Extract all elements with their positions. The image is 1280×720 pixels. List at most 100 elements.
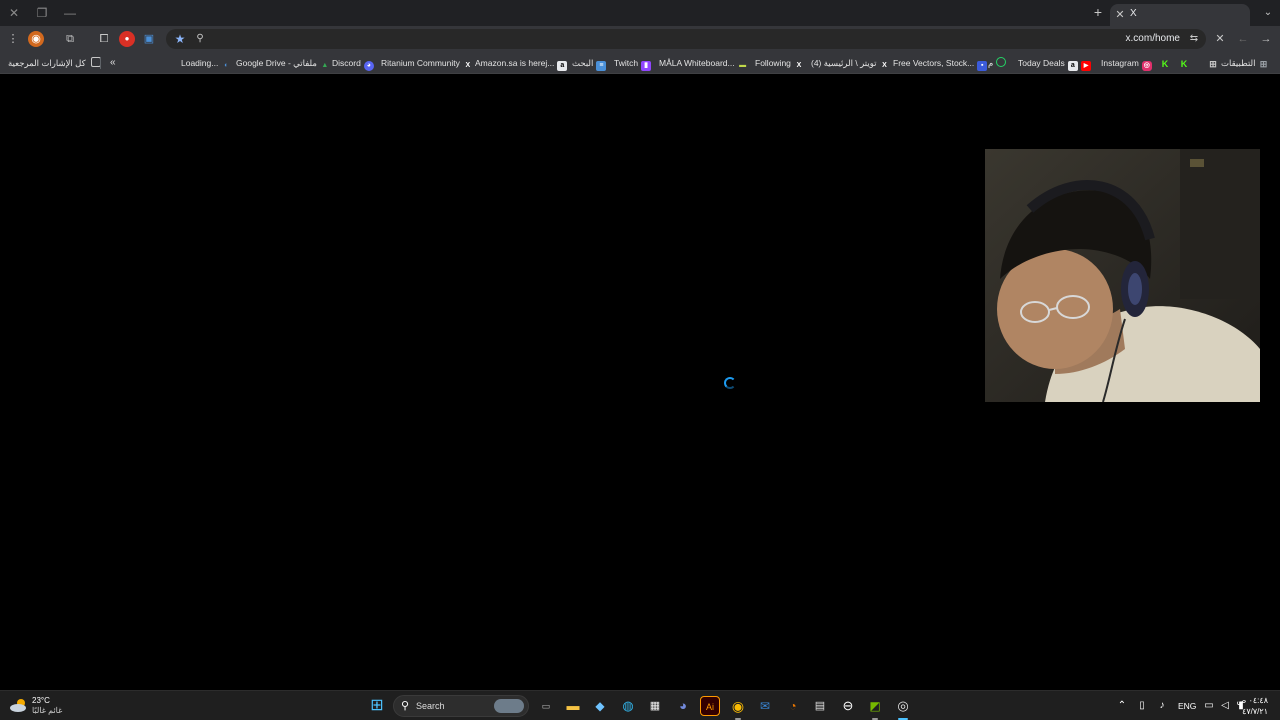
url-text[interactable]: x.com/home	[1126, 33, 1180, 44]
bookmark-label: م	[988, 58, 994, 68]
instagram-icon: ◎	[1141, 61, 1152, 71]
search-highlight-image	[494, 699, 524, 713]
blender-icon[interactable]: ◔	[783, 696, 803, 716]
weather-temp: 23°C	[32, 696, 50, 705]
bookmark-ritanium[interactable]: Ritanium Community X	[381, 56, 476, 70]
bookmark-twitter-home[interactable]: (4) تويتر \ الرئيسية X	[811, 56, 893, 70]
tab-title: X	[1130, 8, 1137, 19]
bookmarks-overflow-button[interactable]: «	[110, 56, 116, 70]
mail-icon[interactable]: ✉	[755, 696, 775, 716]
bookmark-freepik[interactable]: Free Vectors, Stock... ▪	[893, 56, 990, 71]
bookmark-whiteboard[interactable]: MÅLA Whiteboard... ▬	[659, 56, 751, 70]
copilot-icon[interactable]: ◆	[590, 696, 610, 716]
x-logo-icon: X	[796, 62, 802, 69]
microphone-icon[interactable]: ♪	[1155, 699, 1169, 713]
bookmark-label: MÅLA Whiteboard...	[659, 58, 735, 68]
screenshot-extension-icon[interactable]: ⧉	[62, 31, 78, 47]
media-icon[interactable]: ⊖	[838, 696, 858, 716]
edge-icon[interactable]: ◍	[618, 696, 638, 716]
bookmark-following[interactable]: Following X	[755, 56, 807, 70]
usb-icon[interactable]: ▯	[1135, 699, 1149, 713]
extensions-icon[interactable]: ⧠	[96, 31, 112, 47]
clock-date: ٤٧/٧/٢١	[1242, 707, 1268, 716]
loading-icon: ◐	[224, 62, 229, 69]
profile-avatar[interactable]: ◉	[28, 31, 44, 47]
weather-condition: غائم غالبًا	[32, 706, 63, 715]
zoom-icon[interactable]: ⚲	[192, 31, 208, 47]
bookmark-instagram[interactable]: Instagram ◎	[1101, 56, 1155, 71]
windows-start-icon[interactable]: ⊞	[367, 696, 387, 716]
close-tab-icon[interactable]: ✕	[1112, 7, 1128, 23]
webcam-overlay	[985, 149, 1260, 402]
bookmark-label: Discord	[332, 58, 361, 68]
amazon-icon: a	[1067, 61, 1078, 71]
language-indicator[interactable]: ENG	[1178, 699, 1196, 713]
menu-icon[interactable]: ⋮	[5, 31, 21, 47]
bookmark-label: التطبيقات	[1221, 58, 1256, 68]
bookmark-label: (4) تويتر \ الرئيسية	[811, 58, 877, 68]
bookmark-label: Today Deals	[1018, 58, 1065, 68]
volume-icon[interactable]: ◁	[1218, 699, 1232, 713]
bookmark-youtube[interactable]: ▶	[1078, 56, 1094, 71]
bookmark-kick-2[interactable]: K	[1176, 56, 1192, 70]
kick-icon: K	[1161, 59, 1169, 69]
store-icon[interactable]: ▦	[645, 696, 665, 716]
back-icon[interactable]: →	[1258, 31, 1274, 47]
file-explorer-icon[interactable]: ▬	[563, 696, 583, 716]
bookmark-today-deals[interactable]: Today Deals a	[1018, 56, 1081, 71]
task-view-icon[interactable]: ▭	[536, 696, 556, 716]
clock-time: ٠٤:٤٨ ص	[1236, 696, 1268, 705]
webcam-feed-image	[985, 149, 1260, 402]
bookmark-kick[interactable]: K	[1157, 56, 1173, 70]
bookmark-amazon[interactable]: Amazon.sa is herej... a	[475, 56, 570, 71]
new-tab-button[interactable]: +	[1090, 4, 1106, 20]
bookmark-label: Twitch	[614, 58, 639, 68]
bookmark-label: Amazon.sa is herej...	[475, 58, 555, 68]
chrome-icon[interactable]: ◉	[728, 696, 748, 720]
bookmark-search[interactable]: البحث ≡	[572, 56, 609, 71]
all-bookmarks-label: كل الإشارات المرجعية	[8, 58, 86, 68]
search-icon: ⚲	[401, 700, 410, 712]
discord-icon[interactable]: ◕	[673, 696, 693, 716]
calculator-icon[interactable]: ▤	[810, 696, 830, 716]
bookmarks-divider	[100, 57, 101, 69]
apps-grid-icon: ⊞	[1209, 59, 1217, 69]
nvidia-icon[interactable]: ◩	[865, 696, 885, 720]
obs-icon[interactable]: ◎	[893, 696, 913, 720]
whiteboard-icon: ▬	[739, 62, 747, 69]
minimize-window-icon[interactable]: —	[62, 5, 78, 21]
all-bookmarks-button[interactable]: كل الإشارات المرجعية	[8, 56, 104, 70]
forward-icon[interactable]: ←	[1235, 31, 1251, 47]
network-icon[interactable]: ▭	[1202, 699, 1216, 713]
system-clock[interactable]: ٠٤:٤٨ ص ٤٧/٧/٢١	[1237, 695, 1268, 717]
tab-search-icon[interactable]: ⌄	[1259, 4, 1277, 22]
x-logo-icon: X	[882, 62, 887, 69]
tab-x-home[interactable]: ✕ X	[1110, 4, 1250, 26]
bookmark-google-drive[interactable]: Google Drive - ملفاتي ▲	[236, 56, 333, 70]
bookmark-star-icon[interactable]: ★	[172, 31, 188, 47]
taskbar-search[interactable]: ⚲ Search	[393, 695, 529, 717]
search-label: Search	[416, 701, 445, 711]
show-hidden-icons-icon[interactable]: ⌃	[1115, 699, 1129, 713]
close-window-icon[interactable]: ✕	[6, 5, 22, 21]
bookmark-label: Ritanium Community	[381, 58, 460, 68]
maximize-window-icon[interactable]: ❐	[34, 5, 50, 21]
extension-blue-icon[interactable]: ▣	[141, 31, 157, 47]
bookmark-label: Free Vectors, Stock...	[893, 58, 975, 68]
bookmark-whatsapp[interactable]: م	[988, 56, 1009, 70]
bookmark-apps[interactable]: ⊞ التطبيقات ⊞	[1205, 56, 1272, 70]
partly-cloudy-icon	[10, 699, 26, 712]
amazon-icon: a	[557, 61, 568, 71]
youtube-icon: ▶	[1081, 61, 1091, 71]
site-settings-icon[interactable]: ⇆	[1186, 31, 1202, 47]
bookmark-discord[interactable]: Discord ◕	[332, 56, 377, 71]
bookmark-twitch[interactable]: Twitch ▮	[614, 56, 654, 71]
bookmark-loading[interactable]: Loading... ◐	[181, 56, 234, 70]
freepik-icon: ▪	[977, 61, 988, 71]
x-logo-icon: X	[465, 62, 471, 69]
illustrator-icon[interactable]: Ai	[700, 696, 720, 716]
tab-strip: ✕ ❐ — + ✕ X ⌄	[0, 0, 1280, 26]
address-bar[interactable]: ★ ⚲ x.com/home ⇆	[166, 29, 1206, 49]
extension-red-icon[interactable]: ●	[119, 31, 135, 47]
stop-loading-icon[interactable]: ✕	[1212, 31, 1228, 47]
